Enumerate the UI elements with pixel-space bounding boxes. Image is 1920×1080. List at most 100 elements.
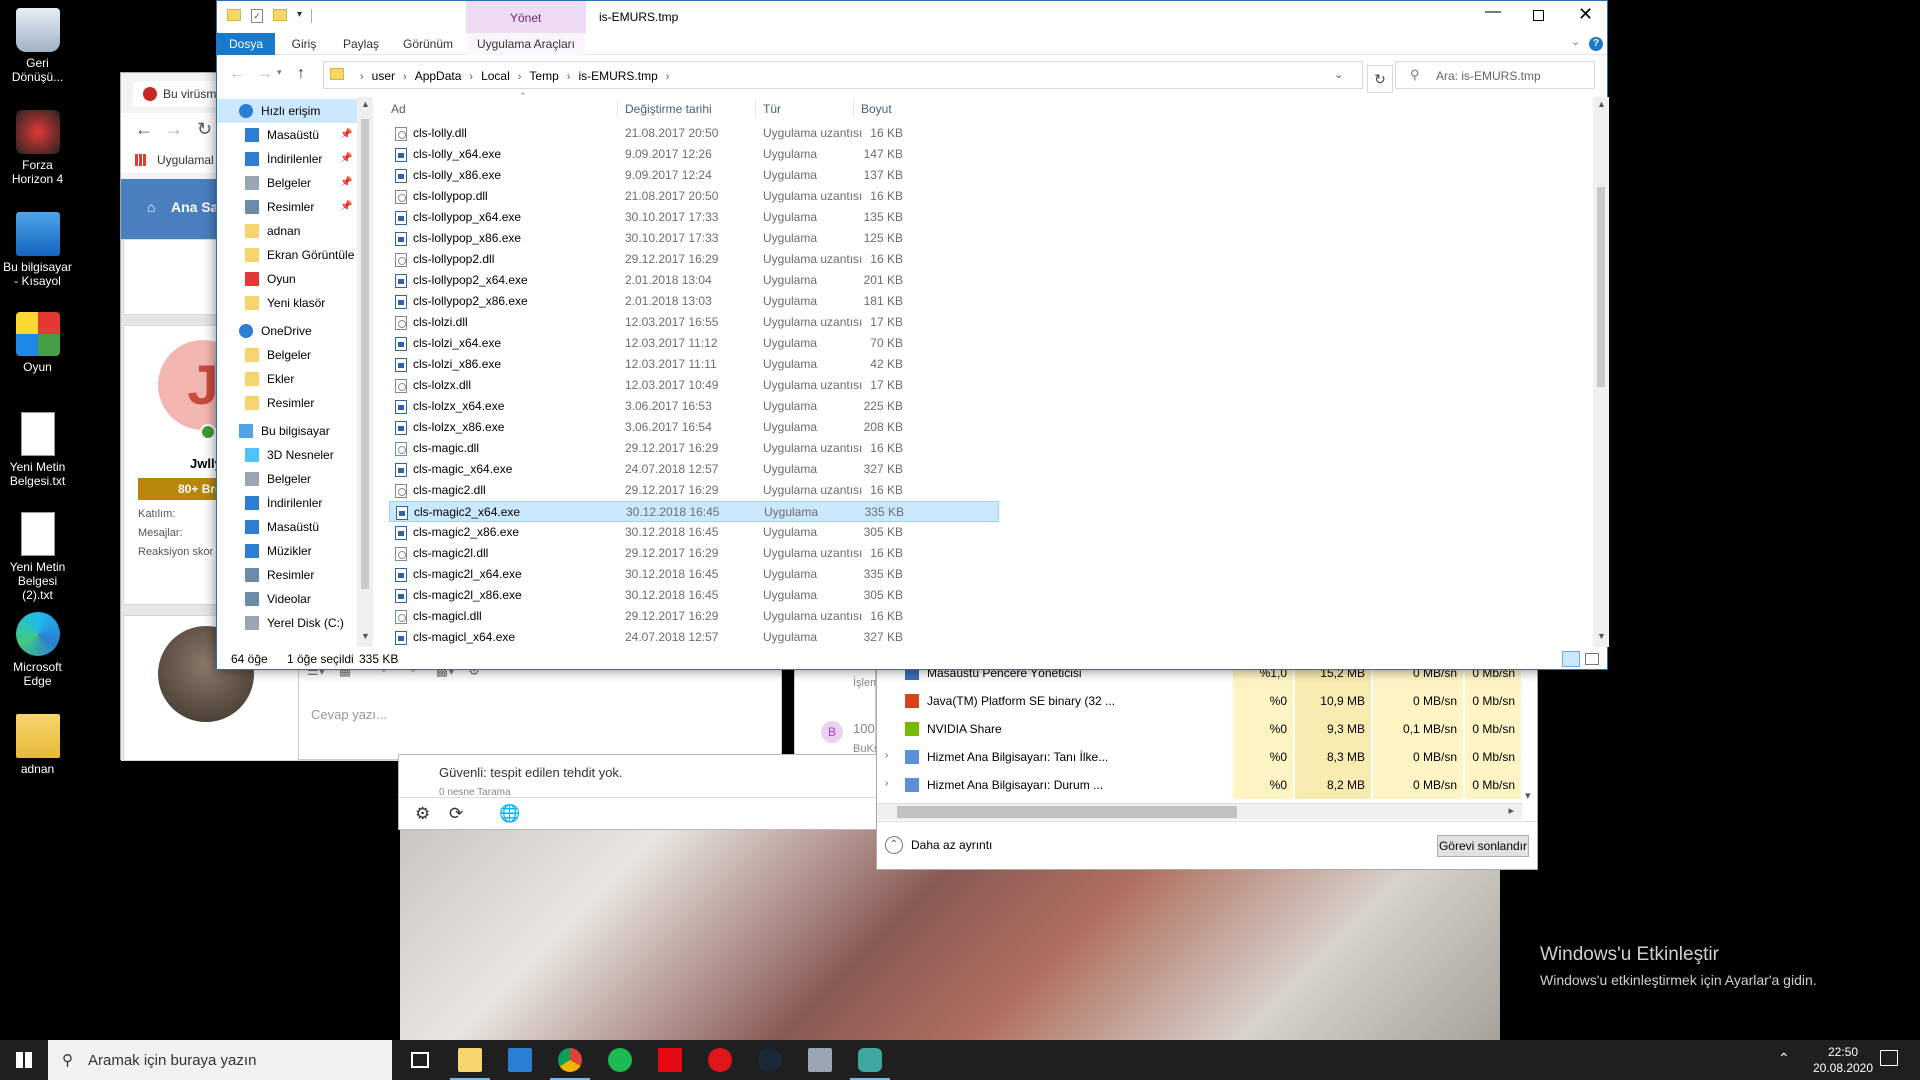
vertical-scrollbar[interactable]: ▲ ▼ bbox=[1593, 97, 1609, 647]
tab-file[interactable]: Dosya bbox=[217, 33, 275, 55]
details-view-icon[interactable] bbox=[1562, 651, 1580, 667]
breadcrumb-item[interactable]: Temp bbox=[529, 69, 558, 83]
nav-item[interactable]: Belgeler bbox=[217, 467, 357, 491]
nav-item[interactable]: Masaüstü bbox=[217, 515, 357, 539]
taskbar-app[interactable] bbox=[696, 1040, 744, 1080]
file-row[interactable]: cls-lollypop2.dll 29.12.2017 16:29 Uygulam… bbox=[389, 249, 999, 270]
customize-qat-icon[interactable]: ▾ bbox=[297, 9, 302, 20]
scroll-right-icon[interactable]: ▸ bbox=[1508, 804, 1514, 817]
process-row[interactable]: › Hizmet Ana Bilgisayarı: Durum ... %0 8,2 … bbox=[877, 771, 1522, 799]
scroll-up-icon[interactable]: ▲ bbox=[361, 99, 370, 109]
nav-item[interactable]: Belgeler 📌 bbox=[217, 171, 357, 195]
address-bar[interactable]: › user › AppData › Local › Temp › is-EMURS.tmp › ⌄ bbox=[323, 61, 1363, 89]
manage-context-tab[interactable]: Yönet bbox=[466, 1, 586, 33]
pin-icon[interactable]: 📌 bbox=[340, 123, 352, 147]
breadcrumb-item[interactable]: AppData bbox=[415, 69, 462, 83]
nav-item[interactable]: Resimler bbox=[217, 563, 357, 587]
horizontal-scrollbar[interactable]: ▸ bbox=[877, 803, 1522, 820]
column-divider[interactable] bbox=[617, 101, 618, 117]
desktop-icon[interactable]: Forza Horizon 4 bbox=[2, 110, 73, 186]
up-arrow-icon[interactable]: ↑ bbox=[297, 65, 305, 83]
tab-view[interactable]: Görünüm bbox=[393, 33, 463, 55]
column-header-size[interactable]: Boyut bbox=[861, 97, 981, 121]
nav-item[interactable]: Oyun bbox=[217, 267, 357, 291]
new-folder-icon[interactable] bbox=[273, 9, 287, 21]
properties-icon[interactable]: ✓ bbox=[251, 9, 263, 23]
breadcrumb-item[interactable]: user bbox=[372, 69, 395, 83]
scroll-down-icon[interactable]: ▾ bbox=[1525, 789, 1531, 802]
bookmarks-apps-label[interactable]: Uygulamal bbox=[157, 153, 214, 167]
file-row[interactable]: cls-lolzi_x86.exe 12.03.2017 11:11 Uygulam… bbox=[389, 354, 999, 375]
back-arrow-icon[interactable]: ← bbox=[135, 119, 153, 140]
file-row[interactable]: cls-magic_x64.exe 24.07.2018 12:57 Uygulam… bbox=[389, 459, 999, 480]
nav-item[interactable]: Bu bilgisayar bbox=[217, 419, 357, 443]
file-row[interactable]: cls-magic2.dll 29.12.2017 16:29 Uygulama u… bbox=[389, 480, 999, 501]
file-row[interactable]: cls-lolly_x64.exe 9.09.2017 12:26 Uygulama… bbox=[389, 144, 999, 165]
less-detail-link[interactable]: Daha az ayrıntı bbox=[911, 838, 992, 852]
breadcrumb-separator-icon[interactable]: › bbox=[567, 71, 571, 83]
refresh-icon[interactable]: ⟳ bbox=[449, 804, 463, 824]
nav-item[interactable]: OneDrive bbox=[217, 319, 357, 343]
tab-home[interactable]: Giriş bbox=[279, 33, 329, 55]
column-divider[interactable] bbox=[853, 101, 854, 117]
breadcrumb-separator-icon[interactable]: › bbox=[666, 71, 670, 83]
file-row[interactable]: cls-lolly_x86.exe 9.09.2017 12:24 Uygulama… bbox=[389, 165, 999, 186]
clock[interactable]: 22:50 20.08.2020 bbox=[1810, 1044, 1876, 1076]
breadcrumb-separator-icon[interactable]: › bbox=[403, 71, 407, 83]
maximize-icon[interactable] bbox=[1533, 10, 1544, 21]
nav-item[interactable]: İndirilenler 📌 bbox=[217, 147, 357, 171]
file-row[interactable]: cls-lolzx_x64.exe 3.06.2017 16:53 Uygulama… bbox=[389, 396, 999, 417]
desktop-icon[interactable]: Microsoft Edge bbox=[2, 612, 73, 688]
scroll-thumb[interactable] bbox=[897, 806, 1237, 818]
breadcrumb-item[interactable]: Local bbox=[481, 69, 510, 83]
home-link[interactable]: Ana Sa bbox=[171, 199, 218, 215]
breadcrumb-separator-icon[interactable]: › bbox=[360, 71, 364, 83]
file-explorer-window[interactable]: ✓ ▾ Yönet is-EMURS.tmp — ✕ Dosya Giriş P… bbox=[216, 0, 1609, 670]
reply-editor[interactable]: ☰▾ ▦ ↶ ↷ ▩▾ ⚙ Cevap yazı... bbox=[298, 660, 782, 760]
file-row[interactable]: cls-magic2_x64.exe 30.12.2018 16:45 Uygula… bbox=[389, 501, 999, 522]
column-header-date[interactable]: Değiştirme tarihi bbox=[625, 97, 745, 121]
desktop-icon[interactable]: Geri Dönüşü... bbox=[2, 8, 73, 84]
file-row[interactable]: cls-magicl_x64.exe 24.07.2018 12:57 Uygula… bbox=[389, 627, 999, 648]
nav-item[interactable]: Yerel Disk (C:) bbox=[217, 611, 357, 635]
task-manager-window[interactable]: Masaüstü Pencere Yöneticisi %1,0 15,2 MB 0 … bbox=[876, 658, 1538, 870]
scroll-down-icon[interactable]: ▼ bbox=[361, 631, 370, 641]
breadcrumb-item[interactable]: is-EMURS.tmp bbox=[578, 69, 657, 83]
taskbar-app[interactable] bbox=[746, 1040, 794, 1080]
pin-icon[interactable]: 📌 bbox=[340, 195, 352, 219]
taskbar-app[interactable] bbox=[396, 1040, 444, 1080]
nav-item[interactable]: Hızlı erişim bbox=[217, 99, 357, 123]
file-row[interactable]: cls-lolzi_x64.exe 12.03.2017 11:12 Uygulam… bbox=[389, 333, 999, 354]
chevron-up-icon[interactable]: ⌃ bbox=[885, 836, 903, 854]
show-hidden-icons-icon[interactable]: ⌃ bbox=[1778, 1050, 1790, 1067]
forward-arrow-icon[interactable]: → bbox=[165, 119, 183, 140]
file-row[interactable]: cls-lolly.dll 21.08.2017 20:50 Uygulama uz… bbox=[389, 123, 999, 144]
nav-item[interactable]: Müzikler bbox=[217, 539, 357, 563]
home-icon[interactable]: ⌂ bbox=[147, 199, 155, 215]
file-row[interactable]: cls-magic2l.dll 29.12.2017 16:29 Uygulama … bbox=[389, 543, 999, 564]
taskbar-app[interactable] bbox=[646, 1040, 694, 1080]
gear-icon[interactable]: ⚙ bbox=[415, 804, 430, 824]
forward-arrow-icon[interactable]: → bbox=[257, 65, 273, 83]
tab-share[interactable]: Paylaş bbox=[333, 33, 389, 55]
nav-item[interactable]: Videolar bbox=[217, 587, 357, 611]
recent-locations-icon[interactable]: ▾ bbox=[277, 67, 282, 78]
end-task-button[interactable]: Görevi sonlandır bbox=[1437, 835, 1529, 857]
file-row[interactable]: cls-magic2_x86.exe 30.12.2018 16:45 Uygula… bbox=[389, 522, 999, 543]
file-row[interactable]: cls-lollypop.dll 21.08.2017 20:50 Uygulama… bbox=[389, 186, 999, 207]
nav-item[interactable]: Yeni klasör bbox=[217, 291, 357, 315]
nav-item[interactable]: Resimler bbox=[217, 391, 357, 415]
file-row[interactable]: cls-magic.dll 29.12.2017 16:29 Uygulama uz… bbox=[389, 438, 999, 459]
scroll-thumb[interactable] bbox=[1597, 187, 1605, 387]
minimize-icon[interactable]: — bbox=[1485, 3, 1501, 21]
help-icon[interactable]: ? bbox=[1589, 37, 1603, 51]
taskbar-app[interactable] bbox=[496, 1040, 544, 1080]
file-row[interactable]: cls-lollypop_x64.exe 30.10.2017 17:33 Uygu… bbox=[389, 207, 999, 228]
scroll-down-icon[interactable]: ▼ bbox=[1597, 631, 1606, 641]
taskbar-search[interactable]: ⚲ Aramak için buraya yazın bbox=[48, 1040, 392, 1080]
taskbar-app[interactable] bbox=[846, 1040, 894, 1080]
desktop-icon[interactable]: Yeni Metin Belgesi.txt bbox=[2, 412, 73, 488]
nav-item[interactable]: İndirilenler bbox=[217, 491, 357, 515]
security-window[interactable]: Güvenli: tespit edilen tehdit yok. 0 nes… bbox=[398, 754, 878, 830]
apps-grid-icon[interactable] bbox=[135, 154, 147, 166]
